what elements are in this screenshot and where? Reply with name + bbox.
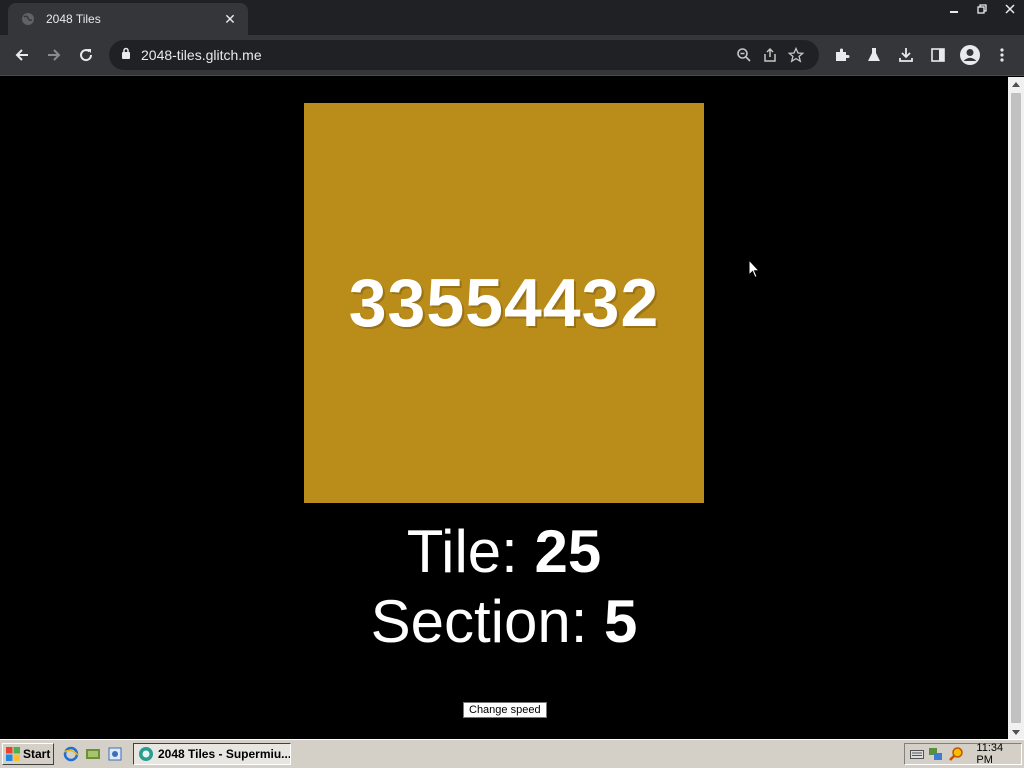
section-info-line: Section: 5 [0, 587, 1008, 657]
window-controls [940, 0, 1024, 18]
vertical-scrollbar[interactable] [1008, 77, 1024, 739]
section-label: Section: [370, 588, 605, 655]
scrollbar-thumb[interactable] [1011, 93, 1021, 723]
scroll-down-icon[interactable] [1008, 725, 1024, 739]
flask-icon[interactable] [860, 41, 888, 69]
lock-icon[interactable] [121, 46, 131, 64]
page-viewport: 33554432 Tile: 25 Section: 5 Change spee… [0, 77, 1008, 739]
profile-icon[interactable] [956, 41, 984, 69]
browser-tab[interactable]: 2048 Tiles ✕ [8, 3, 248, 35]
taskbar-window-label: 2048 Tiles - Supermiu... [158, 747, 291, 761]
forward-arrow-icon[interactable] [40, 41, 68, 69]
section-number: 5 [604, 588, 638, 655]
network-icon[interactable] [928, 746, 944, 762]
tile-value: 33554432 [348, 265, 660, 341]
tile-label: Tile: [406, 518, 535, 585]
url-text[interactable]: 2048-tiles.glitch.me [141, 47, 731, 63]
star-icon[interactable] [783, 42, 809, 68]
windows-taskbar: Start 2048 Tiles - Supermiu... 11:34 PM [0, 739, 1024, 768]
minimize-button[interactable] [940, 0, 968, 18]
system-tray: 11:34 PM [904, 742, 1022, 766]
scroll-up-icon[interactable] [1008, 77, 1024, 91]
tile-info-line: Tile: 25 [0, 517, 1008, 587]
back-arrow-icon[interactable] [8, 41, 36, 69]
windows-logo-icon [6, 747, 20, 761]
tile-display: 33554432 [304, 103, 704, 503]
address-bar[interactable]: 2048-tiles.glitch.me [109, 40, 819, 70]
globe-icon [20, 11, 36, 27]
change-speed-button[interactable]: Change speed [463, 702, 547, 718]
explorer-icon[interactable] [106, 745, 124, 763]
internet-explorer-icon[interactable] [62, 745, 80, 763]
taskbar-window-button[interactable]: 2048 Tiles - Supermiu... [133, 743, 291, 765]
mouse-cursor-icon [748, 258, 761, 284]
side-panel-icon[interactable] [924, 41, 952, 69]
reload-icon[interactable] [72, 41, 100, 69]
search-tray-icon[interactable] [948, 746, 964, 762]
supermium-icon [138, 746, 154, 762]
start-button[interactable]: Start [2, 743, 54, 765]
share-icon[interactable] [757, 42, 783, 68]
browser-titlebar: 2048 Tiles ✕ [0, 0, 1024, 35]
download-icon[interactable] [892, 41, 920, 69]
show-desktop-icon[interactable] [84, 745, 102, 763]
zoom-out-icon[interactable] [731, 42, 757, 68]
restore-button[interactable] [968, 0, 996, 18]
keyboard-icon[interactable] [909, 746, 924, 762]
puzzle-icon[interactable] [828, 41, 856, 69]
browser-toolbar: 2048-tiles.glitch.me [0, 35, 1024, 76]
tab-title: 2048 Tiles [46, 12, 101, 26]
kebab-menu-icon[interactable] [988, 41, 1016, 69]
clock: 11:34 PM [976, 742, 1004, 766]
tab-close-icon[interactable]: ✕ [222, 11, 238, 28]
close-window-button[interactable] [996, 0, 1024, 18]
start-label: Start [23, 747, 51, 761]
tile-number: 25 [534, 518, 602, 585]
